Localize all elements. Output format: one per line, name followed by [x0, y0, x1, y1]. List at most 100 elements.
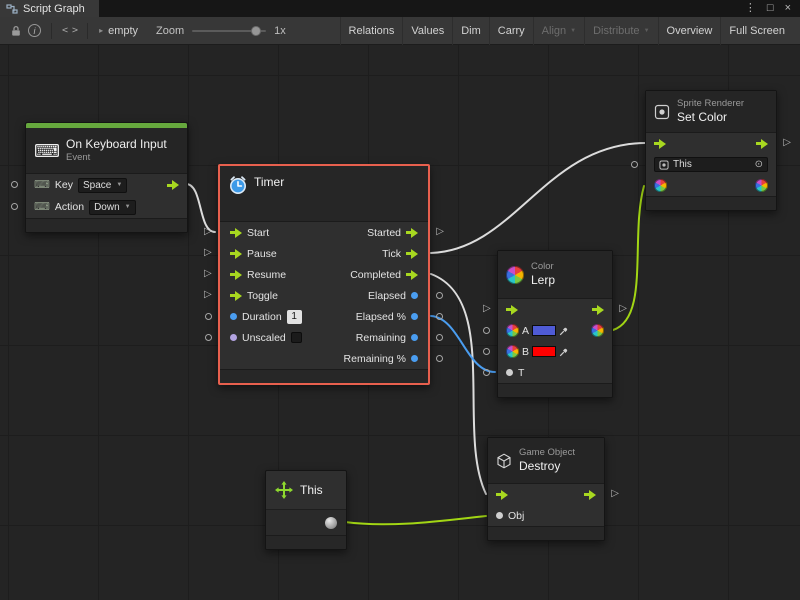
a-outer-port[interactable] [483, 327, 490, 334]
toolbar-button-distribute[interactable]: Distribute▼ [584, 17, 657, 45]
color-in-port[interactable] [654, 179, 667, 192]
toolbar-button-align[interactable]: Align▼ [533, 17, 584, 45]
t-outer-port[interactable] [483, 369, 490, 376]
elapsed-pct-port[interactable] [411, 313, 418, 320]
elapsed-outer-port[interactable] [436, 292, 443, 299]
gameobject-out-port[interactable] [325, 517, 337, 529]
remaining-pct-port[interactable] [411, 355, 418, 362]
pause-outer-port[interactable]: ▷ [204, 248, 212, 258]
keyboard-icon: ⌨ [34, 142, 60, 160]
toolbar-button-dim[interactable]: Dim [452, 17, 489, 45]
flow-out-port[interactable] [406, 228, 418, 238]
lock-icon[interactable] [10, 25, 22, 37]
action-value-port[interactable] [11, 203, 18, 210]
duration-port[interactable] [230, 313, 237, 320]
info-icon[interactable]: i [28, 24, 41, 37]
timer-row-remaining-pct: Remaining % [220, 348, 428, 369]
resume-outer-port[interactable]: ▷ [204, 269, 212, 279]
object-picker-icon[interactable]: ⊙ [755, 159, 763, 170]
color-b-swatch[interactable] [532, 346, 556, 357]
toolbar-button-values[interactable]: Values [402, 17, 452, 45]
node-destroy[interactable]: Game Object Destroy Obj ▷ [487, 437, 605, 541]
color-out-port[interactable] [755, 179, 768, 192]
node-title: Destroy [519, 459, 575, 474]
flow-out-outer-port[interactable]: ▷ [783, 138, 791, 148]
flow-out-port[interactable] [756, 139, 768, 149]
toolbar-button-fullscreen[interactable]: Full Screen [720, 17, 793, 45]
color-a-swatch[interactable] [532, 325, 556, 336]
flow-in-port[interactable] [230, 291, 242, 301]
flow-out-port[interactable] [167, 180, 179, 190]
sprite-renderer-icon [659, 160, 669, 170]
zoom-value: 1x [274, 25, 286, 37]
this-outer-port[interactable] [631, 161, 638, 168]
unscaled-checkbox[interactable] [291, 332, 302, 343]
key-value-port[interactable] [11, 181, 18, 188]
unscaled-outer-port[interactable] [205, 334, 212, 341]
start-outer-port[interactable]: ▷ [204, 227, 212, 237]
a-label: A [522, 325, 529, 337]
toolbar-button-carry[interactable]: Carry [489, 17, 533, 45]
node-set-color[interactable]: Sprite Renderer Set Color This ⊙ ▷ [645, 90, 777, 211]
flow-in-port[interactable] [496, 490, 508, 500]
node-on-keyboard-input[interactable]: ⌨ On Keyboard Input Event ⌨ Key Space ▼ … [25, 122, 188, 233]
toggle-outer-port[interactable]: ▷ [204, 290, 212, 300]
tick-label: Tick [382, 248, 401, 260]
started-label: Started [367, 227, 401, 239]
tab-script-graph[interactable]: Script Graph [0, 0, 99, 17]
remaining-outer-port[interactable] [436, 334, 443, 341]
flow-out-port[interactable] [406, 270, 418, 280]
flow-in-outer-port[interactable]: ▷ [483, 304, 491, 314]
color-out-port[interactable] [591, 324, 604, 337]
remaining-pct-outer-port[interactable] [436, 355, 443, 362]
node-this[interactable]: This [265, 470, 347, 550]
flow-out-port[interactable] [584, 490, 596, 500]
remaining-port[interactable] [411, 334, 418, 341]
toolbar-button-overview[interactable]: Overview [658, 17, 721, 45]
flow-in-port[interactable] [230, 249, 242, 259]
flow-in-port[interactable] [506, 305, 518, 315]
flow-out-outer-port[interactable]: ▷ [619, 304, 627, 314]
code-view-icon[interactable]: < > [62, 25, 77, 36]
action-dropdown[interactable]: Down ▼ [89, 200, 136, 215]
duration-outer-port[interactable] [205, 313, 212, 320]
obj-port[interactable] [496, 512, 503, 519]
t-port[interactable] [506, 369, 513, 376]
flow-out-port[interactable] [592, 305, 604, 315]
duration-field[interactable]: 1 [287, 310, 302, 324]
color-port-icon[interactable] [506, 324, 519, 337]
color-port-icon[interactable] [506, 345, 519, 358]
zoom-slider[interactable] [192, 30, 266, 32]
breadcrumb-label: empty [108, 25, 138, 37]
unscaled-port[interactable] [230, 334, 237, 341]
move-icon [275, 481, 293, 499]
eyedropper-icon[interactable] [559, 325, 570, 336]
node-color-lerp[interactable]: Color Lerp A B T ▷ [497, 250, 613, 398]
zoom-slider-knob[interactable] [251, 26, 261, 36]
setcolor-this-row: This ⊙ [646, 154, 776, 175]
breadcrumb-arrow-icon: ▸ [99, 26, 103, 35]
maximize-icon[interactable]: □ [767, 3, 774, 14]
flow-out-port[interactable] [406, 249, 418, 259]
graph-breadcrumb[interactable]: ▸ empty [99, 25, 138, 37]
b-outer-port[interactable] [483, 348, 490, 355]
elapsed-port[interactable] [411, 292, 418, 299]
toolbar-button-relations[interactable]: Relations [340, 17, 403, 45]
elapsed-pct-label: Elapsed % [356, 311, 406, 323]
node-footer [498, 383, 612, 397]
close-icon[interactable]: × [785, 3, 791, 14]
node-timer[interactable]: Timer Start Started Pause Tick Resume Co… [218, 164, 430, 385]
started-outer-port[interactable]: ▷ [436, 227, 444, 237]
flow-in-port[interactable] [230, 228, 242, 238]
menu-icon[interactable]: ⋮ [745, 3, 756, 14]
remaining-label: Remaining [356, 332, 406, 344]
eyedropper-icon[interactable] [559, 346, 570, 357]
flow-out-outer-port[interactable]: ▷ [611, 489, 619, 499]
flow-in-port[interactable] [230, 270, 242, 280]
elapsed-pct-outer-port[interactable] [436, 313, 443, 320]
flow-in-port[interactable] [654, 139, 666, 149]
node-header: Sprite Renderer Set Color [646, 91, 776, 133]
key-dropdown[interactable]: Space ▼ [78, 178, 127, 193]
elapsed-label: Elapsed [368, 290, 406, 302]
this-object-field[interactable]: This ⊙ [654, 157, 768, 172]
